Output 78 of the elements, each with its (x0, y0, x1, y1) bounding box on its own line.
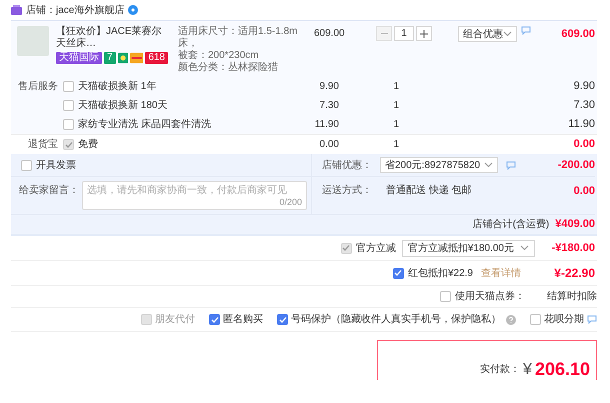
service-name: 天猫破损换新 1年 (78, 80, 158, 94)
product-tag: 7 (104, 52, 116, 64)
checkbox[interactable] (277, 314, 288, 325)
chevron-down-icon (503, 31, 512, 37)
quantity-field[interactable]: 1 (394, 26, 414, 41)
message-field[interactable]: 选填，请先和商家协商一致，付款后商家可见 (87, 183, 302, 197)
checkbox[interactable] (530, 314, 541, 325)
row-label: 退货宝 (28, 138, 58, 152)
character-counter: 0/200 (279, 197, 302, 207)
unit-price: 11.90 (314, 118, 339, 132)
product-attribute: 颜色分类：丛林探险猎 (178, 62, 279, 74)
checkbox[interactable] (63, 81, 74, 92)
shipping-fee: 0.00 (574, 184, 595, 199)
row-label: 给卖家留言： (19, 184, 79, 198)
product-tag: 618 (145, 52, 168, 64)
coupon-dropdown[interactable]: 省200元:8927875820 (380, 157, 498, 173)
checkbox[interactable] (63, 119, 74, 130)
chat-icon[interactable] (587, 315, 597, 324)
store-icon (11, 5, 22, 15)
minus-icon (380, 33, 388, 34)
shop-total-label: 店铺合计(含运费) (472, 218, 550, 232)
subtotal: 0.00 (574, 137, 595, 152)
product-tag: 天猫国际 (56, 52, 102, 64)
chat-icon[interactable] (521, 26, 531, 35)
official-discount-amount: -¥180.00 (550, 240, 595, 256)
subtotal: 11.90 (568, 117, 595, 132)
quantity: 1 (392, 138, 399, 152)
promo-dropdown[interactable]: 组合优惠 (458, 26, 517, 42)
quantity: 1 (392, 80, 399, 94)
quantity: 1 (392, 118, 399, 132)
help-icon[interactable] (506, 314, 516, 324)
plus-icon (420, 30, 428, 38)
decrease-button[interactable] (376, 26, 392, 41)
unit-price: 9.90 (318, 80, 339, 94)
coupon-deduction-label: 红包抵扣¥22.9 (408, 266, 473, 280)
quantity: 1 (392, 99, 399, 113)
product-title[interactable]: 【狂欢价】JACE莱赛尔天丝床… (56, 26, 168, 50)
checkbox[interactable] (440, 291, 451, 302)
invoice-label: 开具发票 (36, 158, 76, 172)
row-label: 售后服务 (18, 80, 58, 94)
chevron-down-icon (520, 245, 529, 251)
chevron-down-icon (484, 162, 494, 168)
product-attribute: 适用床尺寸：适用1.5-1.8m床， (178, 26, 298, 50)
checkbox[interactable] (63, 100, 74, 111)
photo-placeholder (17, 26, 49, 56)
payment-label: 实付款： (480, 362, 520, 377)
discount-amount: -200.00 (558, 158, 595, 173)
subtotal: 609.00 (561, 27, 595, 42)
option-label: 号码保护（隐藏收件人真实手机号，保护隐私） (291, 312, 501, 327)
checkbox[interactable] (21, 160, 32, 170)
currency-symbol: ¥ (523, 361, 532, 379)
service-name: 天猫破损换新 180天 (78, 98, 168, 113)
checkbox[interactable] (392, 268, 404, 278)
option-label: 花呗分期 (544, 312, 584, 327)
service-name: 免费 (78, 138, 99, 152)
coupon-deduction-amount: ¥-22.90 (553, 265, 595, 282)
product-attribute: 被套：200*230cm (178, 50, 260, 62)
points-label: 使用天猫点券： (455, 290, 525, 304)
unit-price: 609.00 (314, 27, 346, 41)
payment-amount: 206.10 (534, 359, 590, 379)
row-label: 店铺优惠： (322, 158, 372, 172)
checkbox[interactable] (209, 314, 220, 325)
option-label: 朋友代付 (155, 313, 195, 327)
row-label: 运送方式： (322, 184, 372, 198)
shop-total: ¥409.00 (555, 217, 595, 232)
increase-button[interactable] (416, 26, 432, 41)
official-discount-label: 官方立减 (356, 242, 396, 256)
service-name: 家纺专业清洗 床品四套件清洗 (78, 118, 212, 132)
unit-price: 7.30 (318, 99, 339, 113)
info-badge-icon (128, 5, 138, 15)
subtotal: 7.30 (574, 98, 595, 114)
chat-icon[interactable] (506, 160, 516, 170)
shipping-method: 普通配送 快递 包邮 (386, 184, 472, 198)
option-label: 匿名购买 (223, 313, 263, 327)
unit-price: 0.00 (318, 138, 339, 152)
points-note: 结算时扣除 (547, 290, 597, 304)
shop-name[interactable]: 店铺：jace海外旗舰店 (26, 2, 124, 18)
subtotal: 9.90 (574, 79, 595, 94)
